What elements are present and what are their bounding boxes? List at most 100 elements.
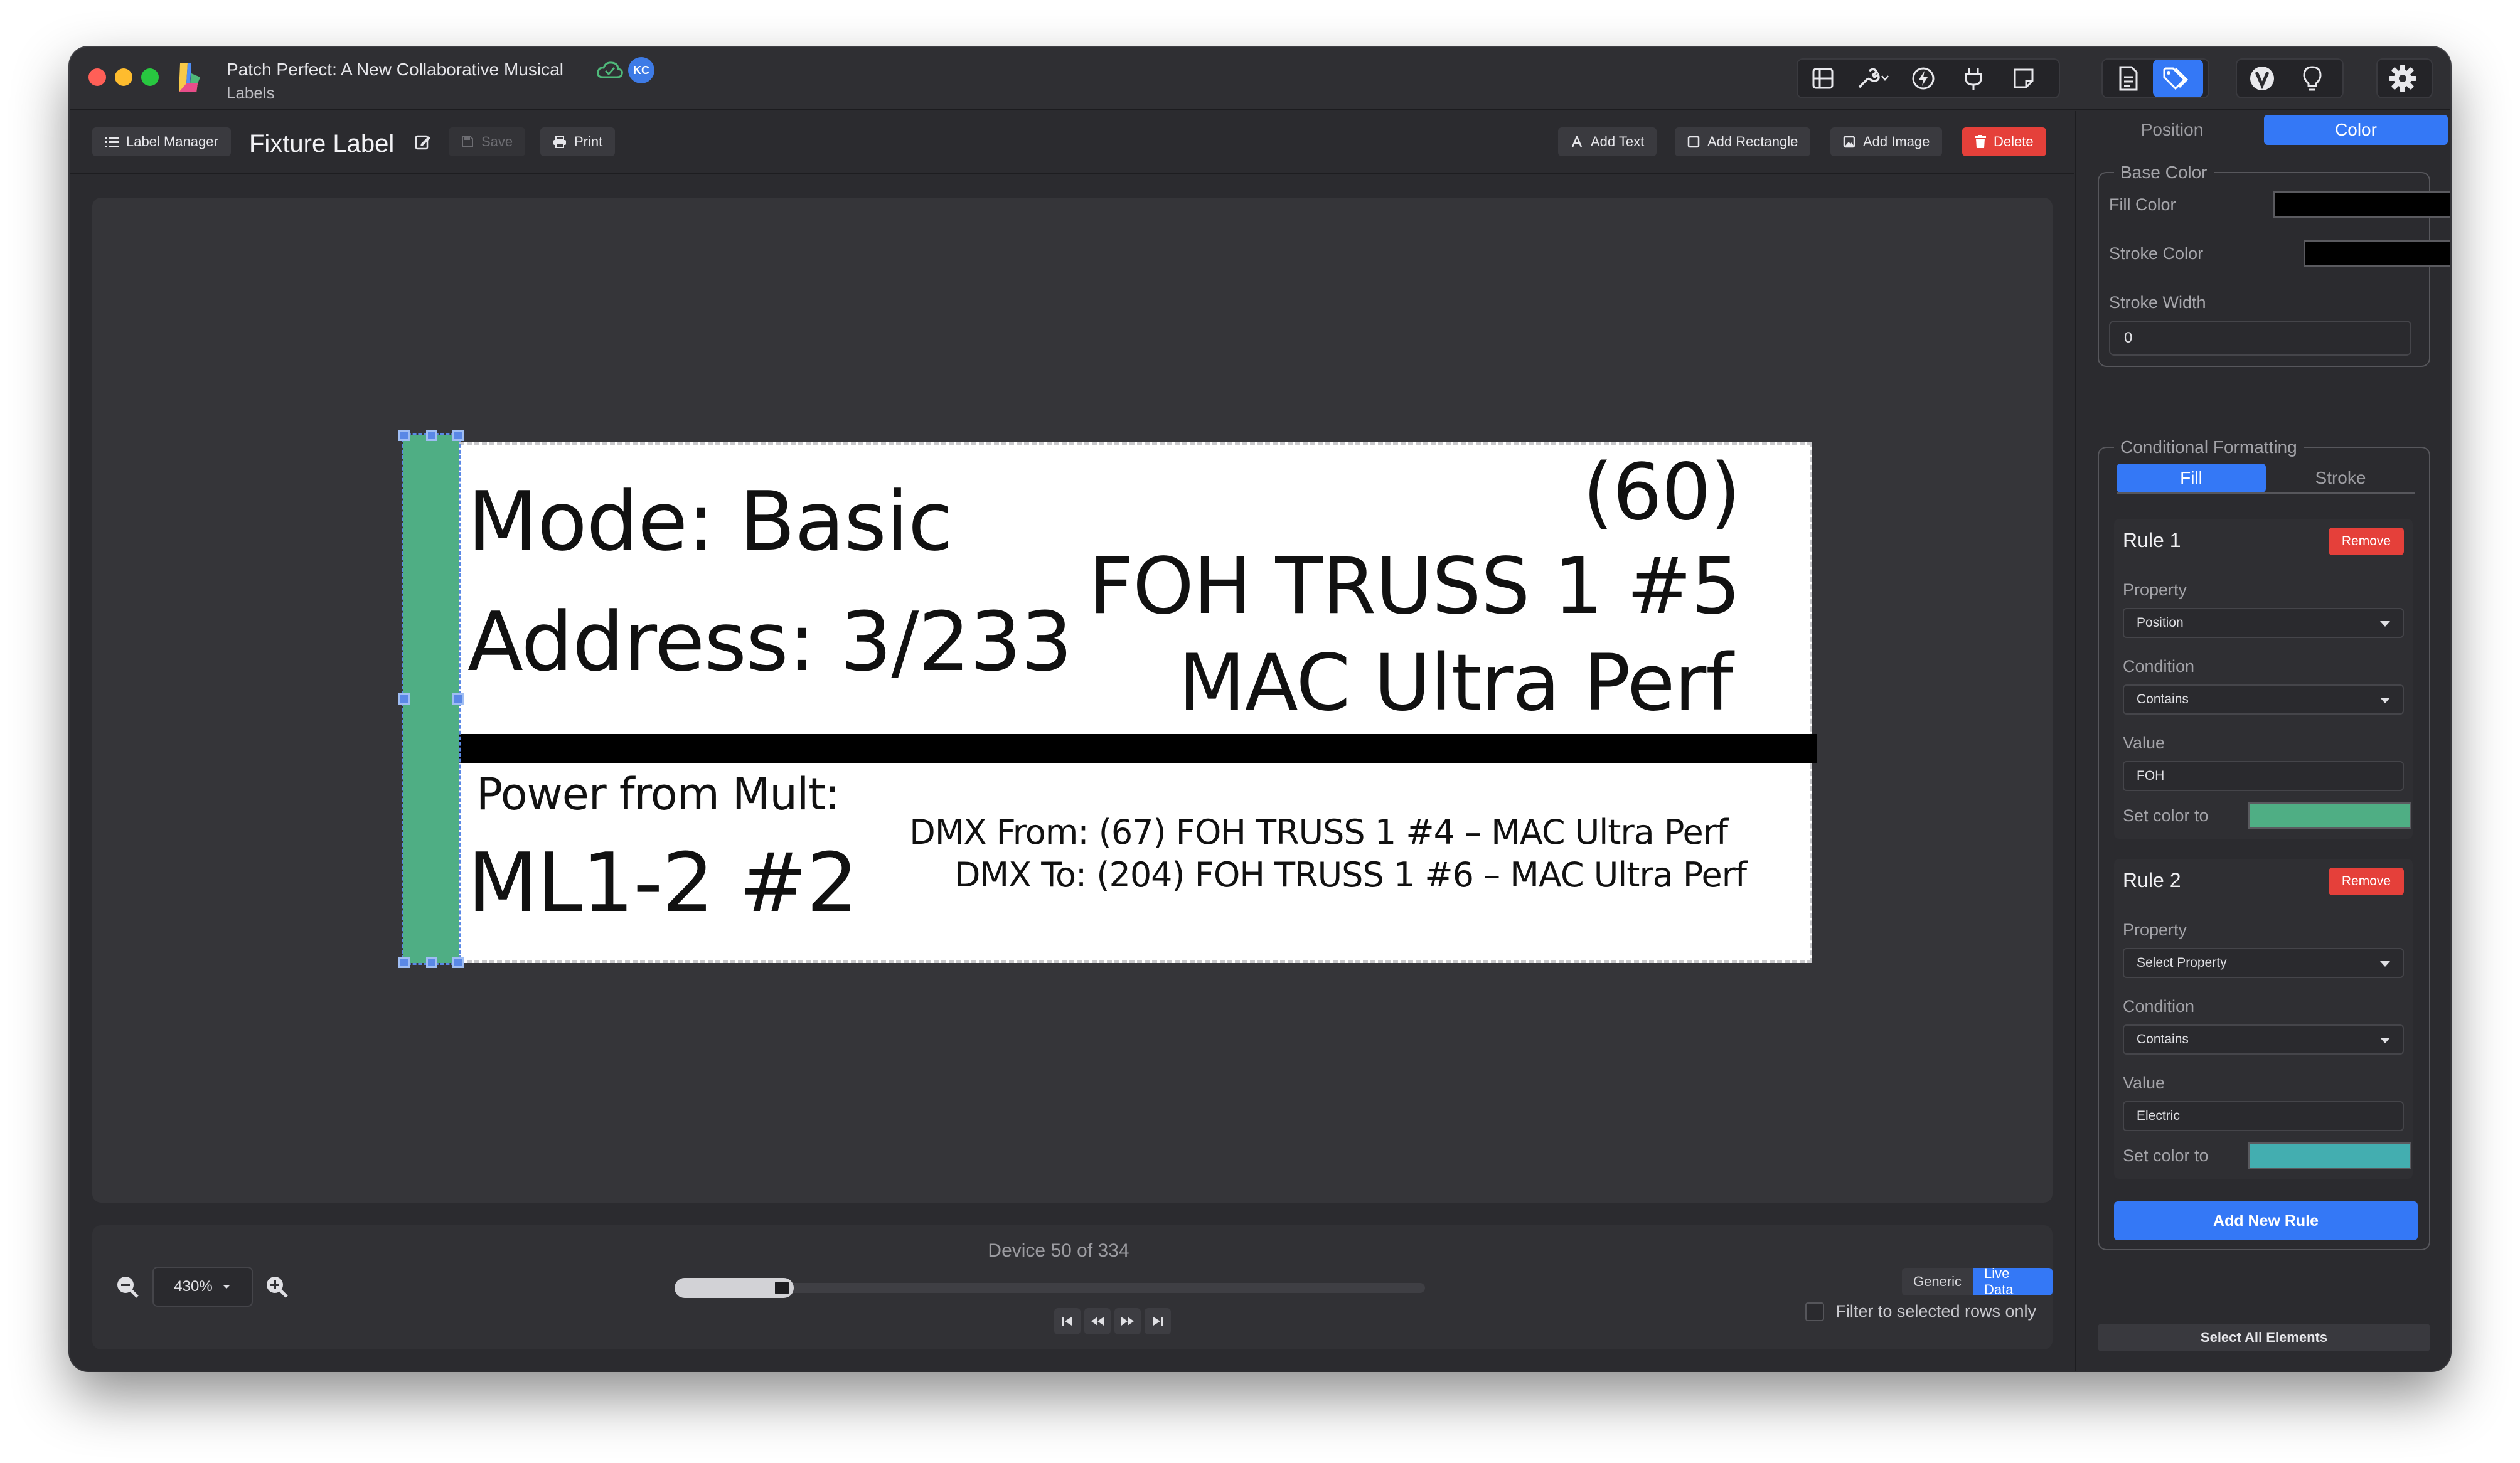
set-color-label: Set color to	[2123, 1146, 2209, 1165]
condition-select[interactable]: Contains	[2123, 1024, 2404, 1055]
stroke-width-label: Stroke Width	[2109, 293, 2206, 312]
resize-handle[interactable]	[426, 957, 437, 968]
add-image-button[interactable]: Add Image	[1830, 127, 1943, 156]
fixture-type-text[interactable]: MAC Ultra Perf	[1178, 638, 1733, 728]
resize-handle[interactable]	[398, 430, 410, 441]
tab-fill[interactable]: Fill	[2117, 464, 2266, 492]
channel-text[interactable]: (60)	[1583, 447, 1741, 538]
remove-rule-button[interactable]: Remove	[2329, 868, 2404, 895]
settings-button[interactable]	[2378, 60, 2428, 97]
delete-button[interactable]: Delete	[1962, 127, 2046, 156]
tab-stroke[interactable]: Stroke	[2266, 464, 2415, 492]
add-rule-button[interactable]: Add New Rule	[2114, 1201, 2418, 1240]
tab-color[interactable]: Color	[2264, 115, 2448, 145]
fast-forward-icon	[1121, 1317, 1134, 1326]
zoom-in-button[interactable]	[258, 1268, 296, 1306]
dmx-to-text[interactable]: DMX To: (204) FOH TRUSS 1 #6 – MAC Ultra…	[954, 855, 1747, 895]
filter-checkbox[interactable]	[1805, 1302, 1825, 1321]
caret-down-icon	[2380, 1038, 2390, 1043]
app-window: Patch Perfect: A New Collaborative Music…	[70, 47, 2450, 1371]
resize-handle[interactable]	[426, 430, 437, 441]
label-title: Fixture Label	[249, 130, 395, 157]
properties-panel: Position Color Base Color Fill Color Str…	[2075, 111, 2450, 1371]
generic-mode-button[interactable]: Generic	[1902, 1268, 1973, 1295]
edit-icon	[415, 135, 430, 150]
window-title: Patch Perfect: A New Collaborative Music…	[227, 60, 563, 79]
live-data-mode-button[interactable]: Live Data	[1973, 1268, 2053, 1295]
stroke-width-input[interactable]: 0	[2109, 321, 2411, 356]
rename-label-button[interactable]	[407, 126, 439, 157]
resize-handle[interactable]	[452, 957, 464, 968]
first-device-button[interactable]	[1054, 1308, 1081, 1334]
print-button[interactable]: Print	[540, 127, 616, 156]
save-button[interactable]: Save	[449, 127, 526, 156]
divider-bar[interactable]	[457, 734, 1817, 763]
next-device-button[interactable]	[1114, 1308, 1141, 1334]
user-avatar[interactable]: KC	[628, 57, 654, 83]
property-label: Property	[2123, 920, 2187, 939]
fill-color-label: Fill Color	[2109, 195, 2176, 214]
device-slider[interactable]	[675, 1278, 1425, 1298]
selected-color-bar[interactable]	[402, 433, 461, 965]
label-manager-button[interactable]: Label Manager	[92, 127, 231, 156]
previous-device-button[interactable]	[1084, 1308, 1111, 1334]
property-select[interactable]: Position	[2123, 608, 2404, 638]
remove-rule-button[interactable]: Remove	[2329, 528, 2404, 555]
save-label: Save	[481, 134, 513, 149]
position-text[interactable]: FOH TRUSS 1 #5	[1089, 541, 1741, 632]
property-select[interactable]: Select Property	[2123, 948, 2404, 978]
device-slider-handle[interactable]	[772, 1279, 791, 1297]
tools-menu-button[interactable]	[1848, 60, 1898, 97]
stroke-color-swatch[interactable]	[2304, 240, 2450, 267]
zoom-out-icon	[117, 1277, 139, 1298]
power-button[interactable]	[1898, 60, 1948, 97]
minimize-window-button[interactable]	[115, 68, 132, 86]
tag-icon	[2163, 67, 2189, 90]
filter-selected-rows[interactable]: Filter to selected rows only	[1805, 1302, 2036, 1321]
close-window-button[interactable]	[88, 68, 106, 86]
zoom-out-button[interactable]	[109, 1268, 146, 1306]
power-value-text[interactable]: ML1-2 #2	[467, 835, 858, 930]
value-input[interactable]: FOH	[2123, 761, 2404, 791]
select-all-elements-button[interactable]: Select All Elements	[2098, 1324, 2430, 1351]
property-value: Position	[2137, 615, 2184, 630]
rewind-icon	[1091, 1317, 1104, 1326]
note-icon	[2014, 68, 2034, 88]
fill-color-swatch[interactable]	[2273, 191, 2450, 218]
tab-position[interactable]: Position	[2080, 115, 2264, 145]
address-text[interactable]: Address: 3/233	[467, 594, 1072, 689]
power-label-text[interactable]: Power from Mult:	[476, 769, 840, 820]
mode-text[interactable]: Mode: Basic	[467, 474, 953, 569]
cloud-sync-icon	[597, 61, 623, 78]
rule-color-swatch[interactable]	[2248, 1142, 2411, 1169]
condition-value: Contains	[2137, 1032, 2189, 1046]
label-canvas[interactable]: Mode: Basic Address: 3/233 (60) FOH TRUS…	[92, 198, 2053, 1203]
value-label: Value	[2123, 1073, 2165, 1092]
conditional-target-tabs: Fill Stroke	[2117, 464, 2415, 494]
chevron-down-icon	[222, 1285, 230, 1289]
window-subtitle: Labels	[227, 83, 275, 102]
dmx-from-text[interactable]: DMX From: (67) FOH TRUSS 1 #4 – MAC Ultr…	[909, 812, 1728, 852]
document-button[interactable]	[2103, 60, 2153, 97]
value-input[interactable]: Electric	[2123, 1101, 2404, 1131]
labels-button[interactable]	[2153, 60, 2203, 97]
zoom-window-button[interactable]	[141, 68, 159, 86]
condition-select[interactable]: Contains	[2123, 684, 2404, 715]
add-text-button[interactable]: Add Text	[1558, 127, 1657, 156]
rule-color-swatch[interactable]	[2248, 802, 2411, 829]
resize-handle[interactable]	[398, 693, 410, 705]
notes-button[interactable]	[1999, 60, 2049, 97]
last-device-button[interactable]	[1145, 1308, 1171, 1334]
caret-down-icon	[2380, 961, 2390, 967]
print-label: Print	[574, 134, 603, 149]
plug-button[interactable]	[1948, 60, 1999, 97]
zoom-select[interactable]: 430%	[152, 1267, 253, 1307]
caret-down-icon	[2380, 621, 2390, 627]
tips-button[interactable]	[2287, 60, 2337, 97]
v-button[interactable]	[2237, 60, 2287, 97]
resize-handle[interactable]	[452, 430, 464, 441]
resize-handle[interactable]	[452, 693, 464, 705]
layout-button[interactable]	[1798, 60, 1848, 97]
add-rectangle-button[interactable]: Add Rectangle	[1675, 127, 1811, 156]
resize-handle[interactable]	[398, 957, 410, 968]
